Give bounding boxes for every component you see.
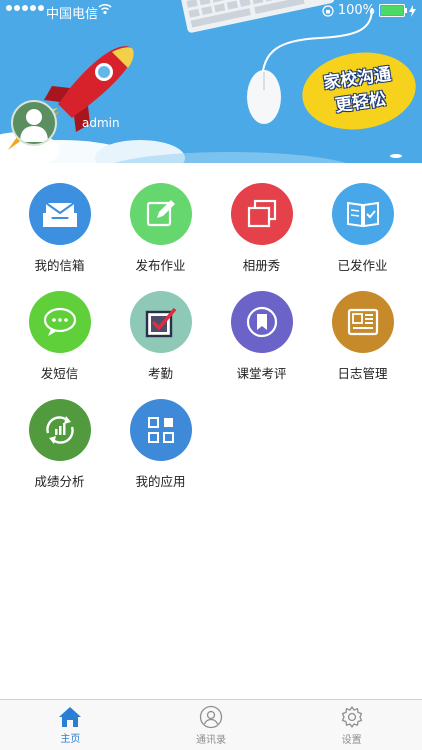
- battery-icon: [379, 4, 407, 17]
- mail-tray-icon: [28, 183, 91, 245]
- checkbox-icon: [129, 291, 192, 353]
- home-icon: [59, 706, 82, 727]
- menu-label: 发短信: [40, 366, 79, 381]
- gear-icon: [341, 705, 362, 728]
- charging-bolt-icon: [409, 4, 416, 17]
- menu-label: 考勤: [147, 366, 173, 381]
- tab-label-settings: 设置: [341, 734, 362, 746]
- app-grid-icon: [129, 399, 192, 461]
- photo-stack-icon: [230, 183, 293, 245]
- battery-percent: 100%: [337, 3, 375, 18]
- menu-item-my-apps[interactable]: 我的应用: [110, 399, 211, 490]
- avatar[interactable]: [11, 100, 57, 146]
- menu-label: 发布作业: [135, 258, 186, 273]
- banner: 家校沟通 更轻松 admin: [0, 0, 422, 163]
- tab-label-home: 主页: [60, 733, 81, 745]
- tab-contacts[interactable]: 通讯录: [141, 700, 282, 750]
- chart-refresh-icon: [28, 399, 91, 461]
- contacts-icon: [199, 705, 223, 728]
- status-bar: 中国电信 100%: [0, 0, 422, 22]
- carrier-name: 中国电信: [46, 7, 99, 22]
- newspaper-icon: [331, 291, 394, 353]
- user-avatar-icon: [20, 109, 48, 142]
- wifi-icon: [98, 3, 112, 18]
- battery-level: [381, 6, 403, 15]
- menu-item-mailbox[interactable]: 我的信箱: [9, 183, 110, 274]
- menu-item-score-analysis[interactable]: 成绩分析: [9, 399, 110, 490]
- menu-label: 我的应用: [135, 474, 186, 489]
- menu-label: 成绩分析: [34, 474, 85, 489]
- tab-home[interactable]: 主页: [0, 700, 141, 750]
- menu-label: 我的信箱: [34, 258, 85, 273]
- signal-strength-icon: [6, 5, 44, 11]
- orientation-lock-icon: [322, 4, 334, 17]
- menu-item-send-sms[interactable]: 发短信: [9, 291, 110, 382]
- menu-label: 课堂考评: [236, 366, 287, 381]
- menu-item-photo-album[interactable]: 相册秀: [211, 183, 312, 274]
- menu-item-sent-homework[interactable]: 已发作业: [312, 183, 413, 274]
- chat-bubble-icon: [28, 291, 91, 353]
- tab-settings[interactable]: 设置: [281, 700, 422, 750]
- bookmark-icon: [230, 291, 293, 353]
- menu-item-class-evaluation[interactable]: 课堂考评: [211, 291, 312, 382]
- tab-label-contacts: 通讯录: [196, 734, 226, 746]
- menu-label: 日志管理: [337, 366, 388, 381]
- menu-item-log-management[interactable]: 日志管理: [312, 291, 413, 382]
- menu-item-publish-homework[interactable]: 发布作业: [110, 183, 211, 274]
- menu-label: 相册秀: [242, 258, 281, 273]
- username-label: admin: [82, 116, 120, 130]
- book-check-icon: [331, 183, 394, 245]
- menu-label: 已发作业: [337, 258, 388, 273]
- edit-icon: [129, 183, 192, 245]
- menu-item-attendance[interactable]: 考勤: [110, 291, 211, 382]
- tab-bar: 主页 通讯录 设置: [0, 699, 422, 750]
